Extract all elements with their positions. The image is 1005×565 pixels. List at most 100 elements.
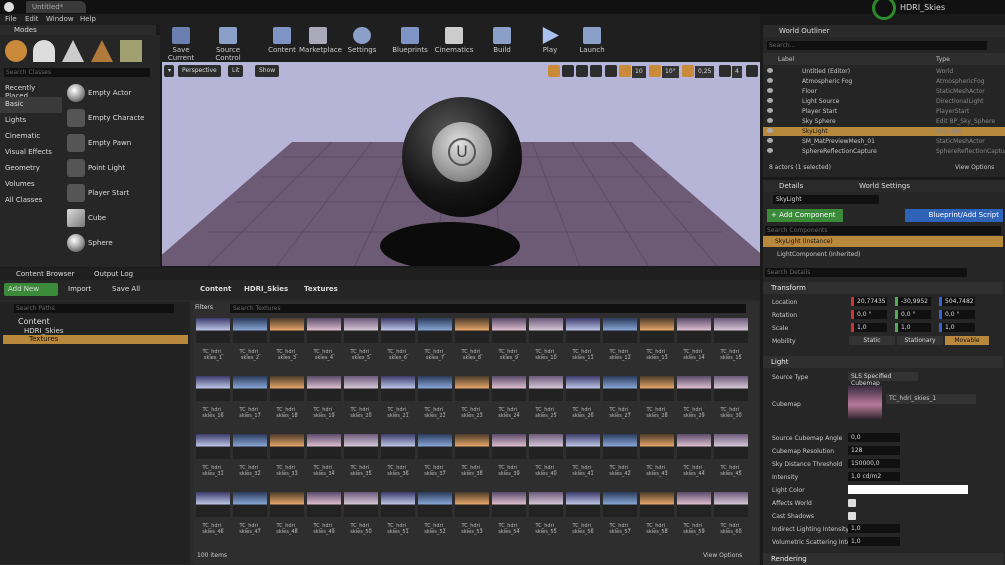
- scale-icon[interactable]: [576, 65, 588, 77]
- search-details-input[interactable]: Search Details: [765, 268, 967, 277]
- texture-thumbnail[interactable]: TC_hdri_ skies_20: [344, 376, 378, 428]
- texture-thumbnail[interactable]: TC_hdri_ skies_51: [381, 492, 415, 544]
- texture-thumbnail[interactable]: TC_hdri_ skies_47: [233, 492, 267, 544]
- light-section[interactable]: Light: [763, 356, 1003, 368]
- texture-thumbnail[interactable]: TC_hdri_ skies_29: [677, 376, 711, 428]
- eye-icon[interactable]: [767, 108, 773, 113]
- texture-thumbnail[interactable]: TC_hdri_ skies_49: [307, 492, 341, 544]
- perspective-button[interactable]: Perspective: [178, 65, 221, 77]
- texture-thumbnail[interactable]: TC_hdri_ skies_40: [529, 434, 563, 486]
- eye-icon[interactable]: [767, 98, 773, 103]
- path-hdri-skies[interactable]: HDRI_Skies: [240, 283, 292, 296]
- outliner-search-input[interactable]: Search...: [767, 41, 987, 50]
- property-input[interactable]: 1,0: [848, 537, 900, 546]
- eye-icon[interactable]: [767, 88, 773, 93]
- texture-thumbnail[interactable]: TC_hdri_ skies_4: [307, 318, 341, 370]
- texture-thumbnail[interactable]: TC_hdri_ skies_24: [492, 376, 526, 428]
- world-icon[interactable]: [590, 65, 602, 77]
- marketplace-button[interactable]: Marketplace: [299, 27, 342, 61]
- add-component-button[interactable]: + Add Component: [767, 209, 843, 222]
- search-paths-input[interactable]: Search Paths: [14, 304, 174, 313]
- property-input[interactable]: 1,0: [848, 524, 900, 533]
- path-textures[interactable]: Textures: [300, 283, 342, 296]
- texture-thumbnail[interactable]: TC_hdri_ skies_43: [640, 434, 674, 486]
- texture-thumbnail[interactable]: TC_hdri_ skies_59: [677, 492, 711, 544]
- actor-cube[interactable]: Cube: [64, 206, 148, 231]
- actor-name-input[interactable]: SkyLight: [773, 195, 879, 204]
- level-tab[interactable]: Untitled*: [26, 1, 86, 13]
- texture-thumbnail[interactable]: TC_hdri_ skies_41: [566, 434, 600, 486]
- cat-cinematic[interactable]: Cinematic: [0, 129, 62, 145]
- build-button[interactable]: Build: [490, 27, 514, 61]
- tree-content[interactable]: Content: [18, 317, 50, 326]
- texture-thumbnail[interactable]: TC_hdri_ skies_39: [492, 434, 526, 486]
- cat-all-classes[interactable]: All Classes: [0, 193, 62, 209]
- scale-y-input[interactable]: 1,0: [895, 323, 931, 332]
- cat-visual-effects[interactable]: Visual Effects: [0, 145, 62, 161]
- texture-thumbnail[interactable]: TC_hdri_ skies_26: [566, 376, 600, 428]
- tab-content-browser[interactable]: Content Browser: [16, 270, 74, 278]
- texture-thumbnail[interactable]: TC_hdri_ skies_46: [196, 492, 230, 544]
- tab-details[interactable]: Details: [779, 182, 803, 190]
- texture-thumbnail[interactable]: TC_hdri_ skies_44: [677, 434, 711, 486]
- cat-basic[interactable]: Basic: [0, 97, 62, 113]
- place-mode-icon[interactable]: [5, 40, 27, 62]
- eye-icon[interactable]: [767, 128, 773, 133]
- location-y-input[interactable]: -30,9952: [895, 297, 931, 306]
- mobility-stationary[interactable]: Stationary: [897, 336, 943, 345]
- transform-section[interactable]: Transform: [763, 282, 1003, 294]
- outliner-row[interactable]: Untitled (Editor) World: [763, 67, 1005, 76]
- property-input[interactable]: 150000,0: [848, 459, 900, 468]
- blueprints-button[interactable]: Blueprints: [392, 27, 428, 61]
- import-button[interactable]: Import: [64, 283, 95, 296]
- tab-output-log[interactable]: Output Log: [94, 270, 133, 278]
- texture-thumbnail[interactable]: TC_hdri_ skies_1: [196, 318, 230, 370]
- eye-icon[interactable]: [767, 138, 773, 143]
- cat-geometry[interactable]: Geometry: [0, 161, 62, 177]
- search-textures-input[interactable]: Search Textures: [230, 304, 746, 313]
- texture-thumbnail[interactable]: TC_hdri_ skies_11: [566, 318, 600, 370]
- texture-thumbnail[interactable]: TC_hdri_ skies_60: [714, 492, 748, 544]
- tab-world-settings[interactable]: World Settings: [859, 182, 910, 190]
- texture-thumbnail[interactable]: TC_hdri_ skies_13: [640, 318, 674, 370]
- texture-thumbnail[interactable]: TC_hdri_ skies_22: [418, 376, 452, 428]
- menu-file[interactable]: File: [5, 15, 17, 23]
- outliner-row[interactable]: SM_MatPreviewMesh_01 StaticMeshActor: [763, 137, 1005, 146]
- property-input[interactable]: 128: [848, 446, 900, 455]
- save-all-button[interactable]: Save All: [108, 283, 144, 296]
- level-viewport[interactable]: U ▾ Perspective Lit Show 10 10° 0,25 4: [162, 62, 760, 266]
- maximize-icon[interactable]: [746, 65, 758, 77]
- texture-thumbnail[interactable]: TC_hdri_ skies_3: [270, 318, 304, 370]
- texture-thumbnail[interactable]: TC_hdri_ skies_21: [381, 376, 415, 428]
- texture-thumbnail[interactable]: TC_hdri_ skies_30: [714, 376, 748, 428]
- cubemap-asset-dropdown[interactable]: TC_hdri_skies_1: [886, 394, 976, 404]
- menu-help[interactable]: Help: [80, 15, 96, 23]
- texture-thumbnail[interactable]: TC_hdri_ skies_19: [307, 376, 341, 428]
- source-control-button[interactable]: Source Control: [204, 27, 252, 62]
- texture-thumbnail[interactable]: TC_hdri_ skies_8: [455, 318, 489, 370]
- texture-thumbnail[interactable]: TC_hdri_ skies_23: [455, 376, 489, 428]
- light-color-swatch[interactable]: [848, 485, 968, 494]
- rotation-z-input[interactable]: 0,0 °: [939, 310, 975, 319]
- cat-volumes[interactable]: Volumes: [0, 177, 62, 193]
- texture-thumbnail[interactable]: TC_hdri_ skies_18: [270, 376, 304, 428]
- texture-thumbnail[interactable]: TC_hdri_ skies_17: [233, 376, 267, 428]
- texture-thumbnail[interactable]: TC_hdri_ skies_55: [529, 492, 563, 544]
- texture-thumbnail[interactable]: TC_hdri_ skies_54: [492, 492, 526, 544]
- eye-icon[interactable]: [767, 68, 773, 73]
- play-button[interactable]: Play: [538, 27, 562, 61]
- menu-edit[interactable]: Edit: [25, 15, 39, 23]
- texture-thumbnail[interactable]: TC_hdri_ skies_25: [529, 376, 563, 428]
- launch-button[interactable]: Launch: [578, 27, 606, 61]
- filters-button[interactable]: Filters: [195, 304, 227, 314]
- source-type-dropdown[interactable]: SLS Specified Cubemap: [848, 372, 918, 387]
- cinematics-button[interactable]: Cinematics: [434, 27, 474, 61]
- texture-thumbnail[interactable]: TC_hdri_ skies_7: [418, 318, 452, 370]
- texture-thumbnail[interactable]: TC_hdri_ skies_12: [603, 318, 637, 370]
- texture-thumbnail[interactable]: TC_hdri_ skies_10: [529, 318, 563, 370]
- path-content[interactable]: Content: [196, 283, 235, 296]
- cat-lights[interactable]: Lights: [0, 113, 62, 129]
- property-input[interactable]: 0,0: [848, 433, 900, 442]
- scale-snap-value[interactable]: 0,25: [695, 66, 715, 78]
- skylight-instance-row[interactable]: SkyLight (Instance): [763, 236, 1003, 247]
